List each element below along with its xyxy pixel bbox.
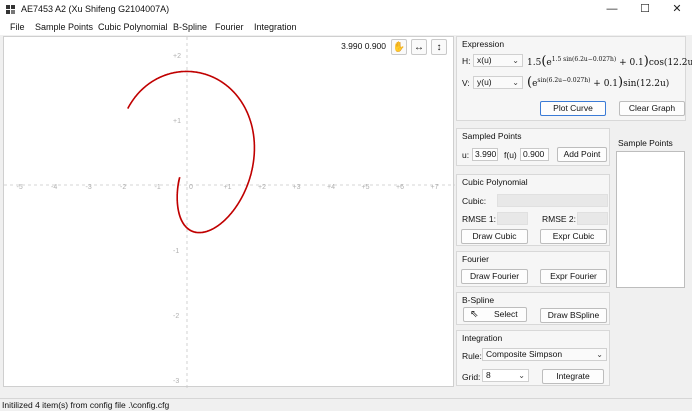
v-select[interactable]: y(u) ⌄ bbox=[473, 76, 523, 89]
close-button[interactable]: ✕ bbox=[657, 0, 692, 19]
chevron-down-icon: ⌄ bbox=[512, 78, 519, 87]
select-button[interactable]: ⇖ Select bbox=[463, 307, 527, 322]
window-title: AE7453 A2 (Xu Shifeng G2104007A) bbox=[21, 4, 170, 14]
x-tick-label: 0 bbox=[189, 184, 193, 191]
grid-label: Grid: bbox=[462, 372, 481, 382]
draw-fourier-button[interactable]: Draw Fourier bbox=[461, 269, 528, 284]
plot-svg[interactable]: -5 -4 -3 -2 -1 0 +1 +2 +3 +4 +5 +6 +7 +2 +1 -1 -2 -3 bbox=[4, 37, 455, 388]
menu-bar: File Sample Points Cubic Polynomial B-Sp… bbox=[0, 19, 692, 35]
x-tick-label: +7 bbox=[431, 184, 439, 191]
app-icon bbox=[6, 5, 15, 14]
status-text: Initilized 4 item(s) from config file .\… bbox=[2, 400, 170, 410]
draw-bspline-button[interactable]: Draw BSpline bbox=[540, 308, 607, 323]
status-bar: Initilized 4 item(s) from config file .\… bbox=[0, 398, 692, 411]
menu-fourier[interactable]: Fourier bbox=[215, 22, 244, 32]
vertical-zoom-icon[interactable]: ↕ bbox=[431, 39, 447, 55]
v-formula: (esin(6.2u−0.027h) + 0.1)sin(12.2u) bbox=[527, 75, 670, 90]
clear-graph-button[interactable]: Clear Graph bbox=[619, 101, 685, 116]
y-tick-label: -1 bbox=[173, 248, 179, 255]
u-label: u: bbox=[462, 150, 470, 160]
v-select-value: y(u) bbox=[477, 77, 492, 87]
menu-file[interactable]: File bbox=[10, 22, 25, 32]
y-tick-label: -2 bbox=[173, 313, 179, 320]
x-tick-label: +1 bbox=[224, 184, 232, 191]
grid-select-value: 8 bbox=[486, 370, 491, 380]
sample-points-title: Sample Points bbox=[618, 138, 673, 148]
h-formula: 1.5(e1.5 sin(6.2u−0.027h) + 0.1)cos(12.2… bbox=[527, 54, 692, 69]
cubic-label: Cubic: bbox=[462, 196, 487, 206]
y-tick-label: +1 bbox=[173, 118, 181, 125]
x-tick-label: -5 bbox=[17, 184, 23, 191]
rmse2-field bbox=[577, 212, 608, 225]
expression-title: Expression bbox=[462, 39, 505, 49]
cubic-field bbox=[497, 194, 608, 207]
y-tick-label: -3 bbox=[173, 378, 179, 385]
bspline-group: B-Spline ⇖ Select Draw BSpline bbox=[456, 292, 610, 325]
h-select[interactable]: x(u) ⌄ bbox=[473, 54, 523, 67]
menu-b-spline[interactable]: B-Spline bbox=[173, 22, 207, 32]
sample-points-list[interactable] bbox=[616, 151, 685, 288]
menu-cubic-polynomial[interactable]: Cubic Polynomial bbox=[98, 22, 168, 32]
y-tick-label: +2 bbox=[173, 53, 181, 60]
parametric-curve bbox=[127, 70, 256, 234]
cubic-group: Cubic Polynomial Cubic: RMSE 1: RMSE 2: … bbox=[456, 174, 610, 246]
cubic-title: Cubic Polynomial bbox=[462, 177, 528, 187]
sampled-points-group: Sampled Points u: 3.990 f(u) 0.900 Add P… bbox=[456, 128, 610, 166]
x-tick-label: +6 bbox=[396, 184, 404, 191]
title-bar: AE7453 A2 (Xu Shifeng G2104007A) — ☐ ✕ bbox=[0, 0, 692, 19]
integrate-button[interactable]: Integrate bbox=[542, 369, 604, 384]
rule-label: Rule: bbox=[462, 351, 482, 361]
rule-select-value: Composite Simpson bbox=[486, 349, 563, 359]
integration-title: Integration bbox=[462, 333, 503, 343]
expr-fourier-button[interactable]: Expr Fourier bbox=[540, 269, 607, 284]
grid-select[interactable]: 8 ⌄ bbox=[482, 369, 529, 382]
draw-cubic-button[interactable]: Draw Cubic bbox=[461, 229, 528, 244]
u-input[interactable]: 3.990 bbox=[472, 148, 498, 161]
add-point-button[interactable]: Add Point bbox=[557, 147, 607, 162]
expression-group: Expression H: x(u) ⌄ 1.5(e1.5 sin(6.2u−0.… bbox=[456, 36, 692, 121]
sampled-points-title: Sampled Points bbox=[462, 131, 522, 141]
chevron-down-icon: ⌄ bbox=[596, 350, 603, 359]
fourier-title: Fourier bbox=[462, 254, 489, 264]
cursor-arrow-icon: ⇖ bbox=[470, 309, 479, 320]
plot-canvas[interactable]: -5 -4 -3 -2 -1 0 +1 +2 +3 +4 +5 +6 +7 +2 +1 -1 -2 -3 3.99… bbox=[3, 36, 455, 388]
x-tick-label: +2 bbox=[258, 184, 266, 191]
x-tick-label: +3 bbox=[293, 184, 301, 191]
expr-cubic-button[interactable]: Expr Cubic bbox=[540, 229, 607, 244]
coordinate-readout: 3.990 0.900 bbox=[341, 41, 386, 51]
rmse1-field bbox=[497, 212, 528, 225]
plot-curve-button[interactable]: Plot Curve bbox=[540, 101, 606, 116]
x-tick-label: -4 bbox=[51, 184, 57, 191]
v-label: V: bbox=[462, 78, 470, 88]
rule-select[interactable]: Composite Simpson ⌄ bbox=[482, 348, 607, 361]
x-tick-label: +4 bbox=[327, 184, 335, 191]
h-select-value: x(u) bbox=[477, 55, 492, 65]
chevron-down-icon: ⌄ bbox=[518, 371, 525, 380]
integration-group: Integration Rule: Composite Simpson ⌄ Gri… bbox=[456, 330, 610, 386]
bspline-title: B-Spline bbox=[462, 295, 495, 305]
horizontal-zoom-icon[interactable]: ↔ bbox=[411, 39, 427, 55]
rmse1-label: RMSE 1: bbox=[462, 214, 497, 224]
menu-sample-points[interactable]: Sample Points bbox=[35, 22, 93, 32]
pan-hand-icon[interactable]: ✋ bbox=[391, 39, 407, 55]
x-tick-label: -1 bbox=[155, 184, 161, 191]
select-button-label: Select bbox=[494, 309, 518, 319]
menu-integration[interactable]: Integration bbox=[254, 22, 297, 32]
f-label: f(u) bbox=[504, 150, 517, 160]
rmse2-label: RMSE 2: bbox=[542, 214, 577, 224]
f-input[interactable]: 0.900 bbox=[520, 148, 549, 161]
chevron-down-icon: ⌄ bbox=[512, 56, 519, 65]
x-tick-label: +5 bbox=[362, 184, 370, 191]
fourier-group: Fourier Draw Fourier Expr Fourier bbox=[456, 251, 610, 287]
h-label: H: bbox=[462, 56, 471, 66]
x-tick-label: -2 bbox=[120, 184, 126, 191]
x-tick-label: -3 bbox=[86, 184, 92, 191]
